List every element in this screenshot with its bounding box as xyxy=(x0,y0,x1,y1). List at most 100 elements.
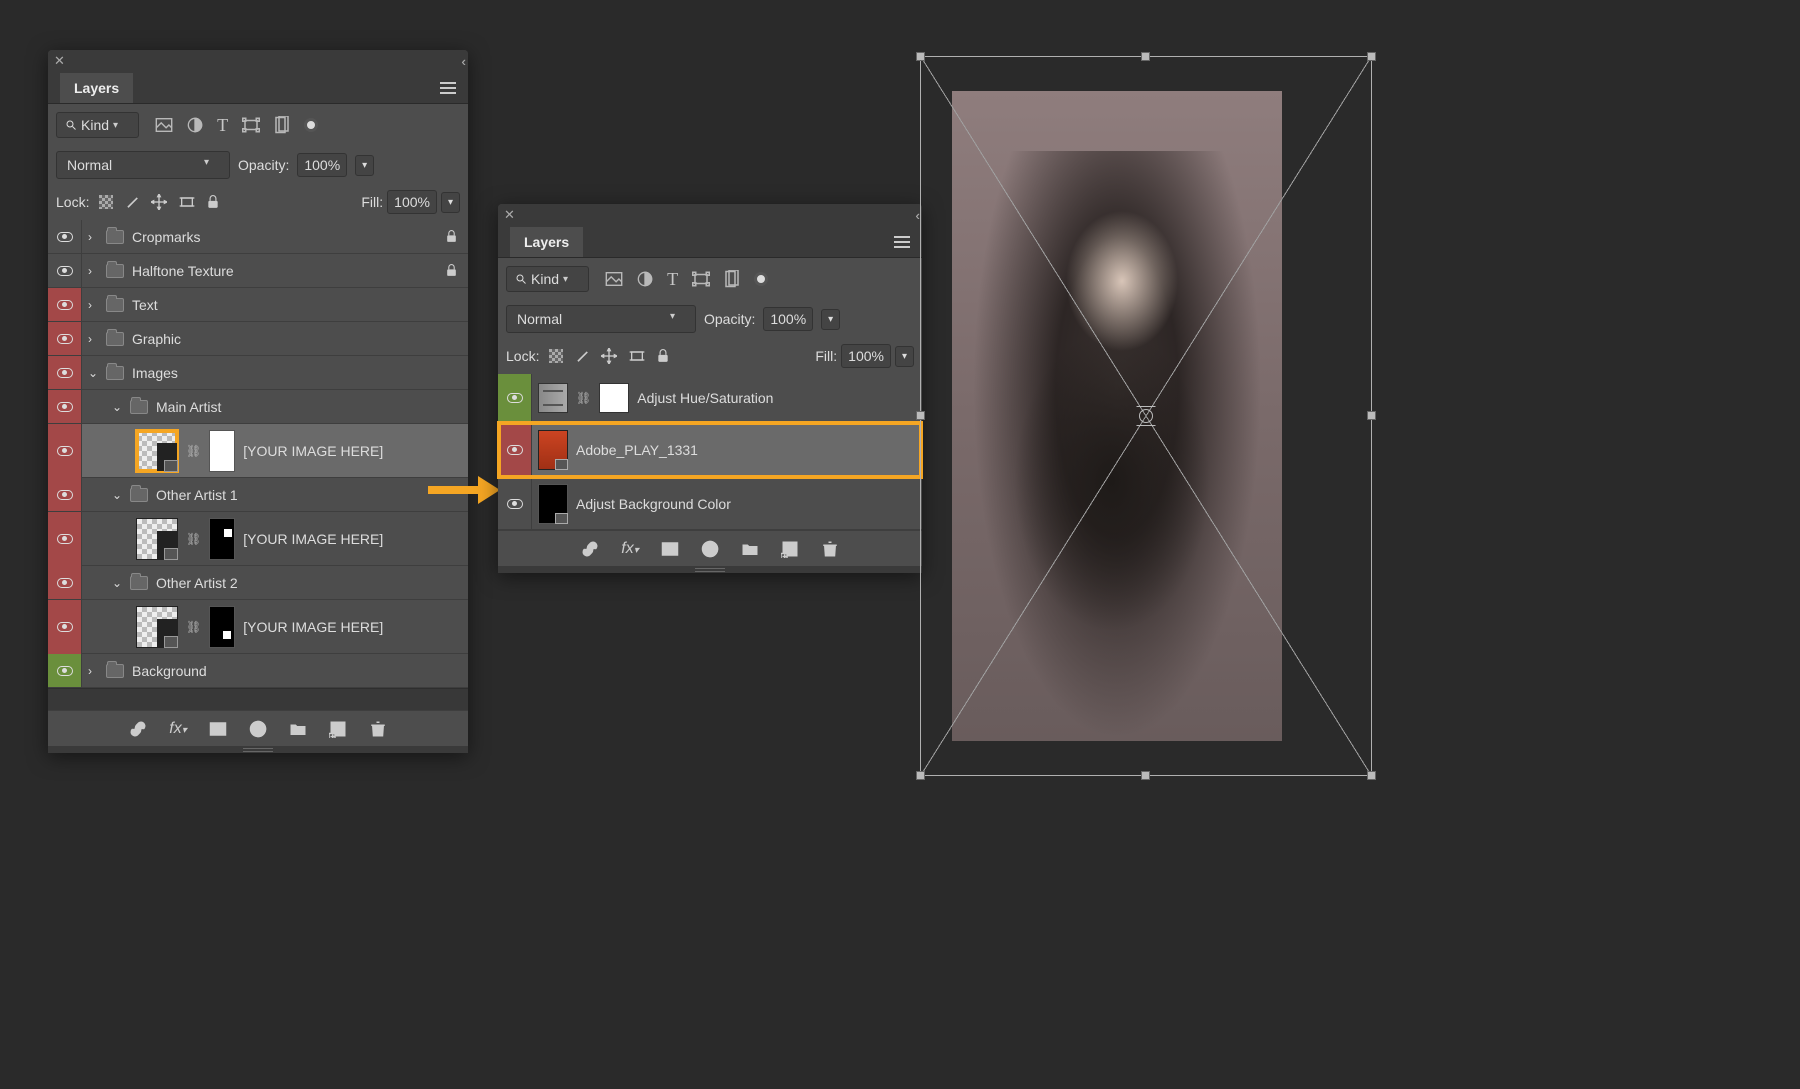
chevron-right-icon[interactable]: › xyxy=(88,332,98,346)
lock-position-icon[interactable] xyxy=(601,348,617,364)
lock-artboard-icon[interactable] xyxy=(179,195,195,209)
fill-stepper[interactable]: ▾ xyxy=(441,192,460,213)
new-layer-icon[interactable] xyxy=(329,720,347,738)
layer-main-artist[interactable]: ⌄ Main Artist xyxy=(48,390,468,424)
visibility-icon[interactable] xyxy=(57,446,73,456)
layer-text[interactable]: › Text xyxy=(48,288,468,322)
handle-bottom-middle[interactable] xyxy=(1141,771,1150,780)
opacity-value[interactable]: 100% xyxy=(763,307,813,331)
filter-shape-icon[interactable] xyxy=(242,117,260,133)
visibility-icon[interactable] xyxy=(507,393,523,403)
adjustment-layer-icon[interactable] xyxy=(701,540,719,558)
lock-artboard-icon[interactable] xyxy=(629,349,645,363)
visibility-icon[interactable] xyxy=(57,666,73,676)
layer-images[interactable]: ⌄ Images xyxy=(48,356,468,390)
visibility-icon[interactable] xyxy=(507,499,523,509)
adjustment-thumb[interactable] xyxy=(538,383,568,413)
lock-transparency-icon[interactable] xyxy=(99,195,113,209)
visibility-icon[interactable] xyxy=(57,402,73,412)
filter-image-icon[interactable] xyxy=(155,118,173,132)
layer-fx-icon[interactable]: fx▾ xyxy=(169,720,186,738)
filter-smartobject-icon[interactable] xyxy=(274,116,290,134)
filter-adjustment-icon[interactable] xyxy=(637,271,653,287)
handle-top-middle[interactable] xyxy=(1141,52,1150,61)
canvas-transform[interactable] xyxy=(920,56,1372,776)
lock-all-icon[interactable] xyxy=(207,195,219,209)
fill-value[interactable]: 100% xyxy=(387,190,437,214)
tab-layers[interactable]: Layers xyxy=(60,73,133,103)
opacity-stepper[interactable]: ▾ xyxy=(821,309,840,330)
layer-mask-thumb[interactable] xyxy=(209,518,235,560)
visibility-icon[interactable] xyxy=(57,266,73,276)
chevron-down-icon[interactable]: ⌄ xyxy=(112,576,122,590)
layer-cropmarks[interactable]: › Cropmarks xyxy=(48,220,468,254)
blend-mode-select[interactable]: Normal▾ xyxy=(506,305,696,333)
opacity-stepper[interactable]: ▾ xyxy=(355,155,374,176)
chevron-down-icon[interactable]: ⌄ xyxy=(112,400,122,414)
filter-adjustment-icon[interactable] xyxy=(187,117,203,133)
panel-header[interactable]: ✕ ‹‹ xyxy=(498,204,922,226)
lock-pixels-icon[interactable] xyxy=(125,195,139,209)
filter-type-icon[interactable]: T xyxy=(667,269,678,290)
handle-top-left[interactable] xyxy=(916,52,925,61)
filter-smartobject-icon[interactable] xyxy=(724,270,740,288)
panel-menu-icon[interactable] xyxy=(894,236,910,248)
mask-link-icon[interactable]: ⛓ xyxy=(576,391,591,405)
layer-other-artist-2[interactable]: ⌄ Other Artist 2 xyxy=(48,566,468,600)
chevron-right-icon[interactable]: › xyxy=(88,298,98,312)
visibility-icon[interactable] xyxy=(57,300,73,310)
layer-your-image-2[interactable]: ⛓ [YOUR IMAGE HERE] xyxy=(48,512,468,566)
opacity-value[interactable]: 100% xyxy=(297,153,347,177)
handle-right-middle[interactable] xyxy=(1367,411,1376,420)
fill-value[interactable]: 100% xyxy=(841,344,891,368)
layer-mask-thumb[interactable] xyxy=(599,383,629,413)
smart-object-thumb[interactable] xyxy=(538,484,568,524)
layer-your-image-1[interactable]: ⛓ [YOUR IMAGE HERE] xyxy=(48,424,468,478)
visibility-icon[interactable] xyxy=(57,232,73,242)
collapse-icon[interactable]: ‹‹ xyxy=(915,208,916,223)
tab-layers[interactable]: Layers xyxy=(510,227,583,257)
filter-kind-select[interactable]: Kind ▾ xyxy=(506,266,589,292)
handle-bottom-right[interactable] xyxy=(1367,771,1376,780)
delete-layer-icon[interactable] xyxy=(821,540,839,558)
layer-mask-thumb[interactable] xyxy=(209,430,235,472)
blend-mode-select[interactable]: Normal▾ xyxy=(56,151,230,179)
layer-your-image-3[interactable]: ⛓ [YOUR IMAGE HERE] xyxy=(48,600,468,654)
new-group-icon[interactable] xyxy=(289,720,307,738)
filter-type-icon[interactable]: T xyxy=(217,115,228,136)
chevron-right-icon[interactable]: › xyxy=(88,230,98,244)
close-icon[interactable]: ✕ xyxy=(54,53,65,69)
chevron-right-icon[interactable]: › xyxy=(88,264,98,278)
handle-left-middle[interactable] xyxy=(916,411,925,420)
resize-grip[interactable] xyxy=(48,746,468,753)
mask-link-icon[interactable]: ⛓ xyxy=(186,620,201,634)
layer-other-artist-1[interactable]: ⌄ Other Artist 1 xyxy=(48,478,468,512)
delete-layer-icon[interactable] xyxy=(369,720,387,738)
lock-all-icon[interactable] xyxy=(657,349,669,363)
add-mask-icon[interactable] xyxy=(661,540,679,558)
link-layers-icon[interactable] xyxy=(129,720,147,738)
add-mask-icon[interactable] xyxy=(209,720,227,738)
visibility-icon[interactable] xyxy=(57,622,73,632)
close-icon[interactable]: ✕ xyxy=(504,207,515,223)
collapse-icon[interactable]: ‹‹ xyxy=(461,54,462,69)
lock-transparency-icon[interactable] xyxy=(549,349,563,363)
filter-image-icon[interactable] xyxy=(605,272,623,286)
visibility-icon[interactable] xyxy=(57,368,73,378)
mask-link-icon[interactable]: ⛓ xyxy=(186,532,201,546)
new-layer-icon[interactable] xyxy=(781,540,799,558)
layer-adjust-bg-color[interactable]: Adjust Background Color xyxy=(498,478,922,530)
fill-stepper[interactable]: ▾ xyxy=(895,346,914,367)
link-layers-icon[interactable] xyxy=(581,540,599,558)
layer-adobe-play[interactable]: Adobe_PLAY_1331 xyxy=(498,422,922,478)
chevron-right-icon[interactable]: › xyxy=(88,664,98,678)
handle-bottom-left[interactable] xyxy=(916,771,925,780)
lock-position-icon[interactable] xyxy=(151,194,167,210)
visibility-icon[interactable] xyxy=(507,445,523,455)
panel-header[interactable]: ✕ ‹‹ xyxy=(48,50,468,72)
chevron-down-icon[interactable]: ⌄ xyxy=(88,366,98,380)
transform-center-point[interactable] xyxy=(1139,409,1153,423)
smart-object-thumb[interactable] xyxy=(136,606,178,648)
visibility-icon[interactable] xyxy=(57,334,73,344)
layer-fx-icon[interactable]: fx▾ xyxy=(621,540,638,558)
